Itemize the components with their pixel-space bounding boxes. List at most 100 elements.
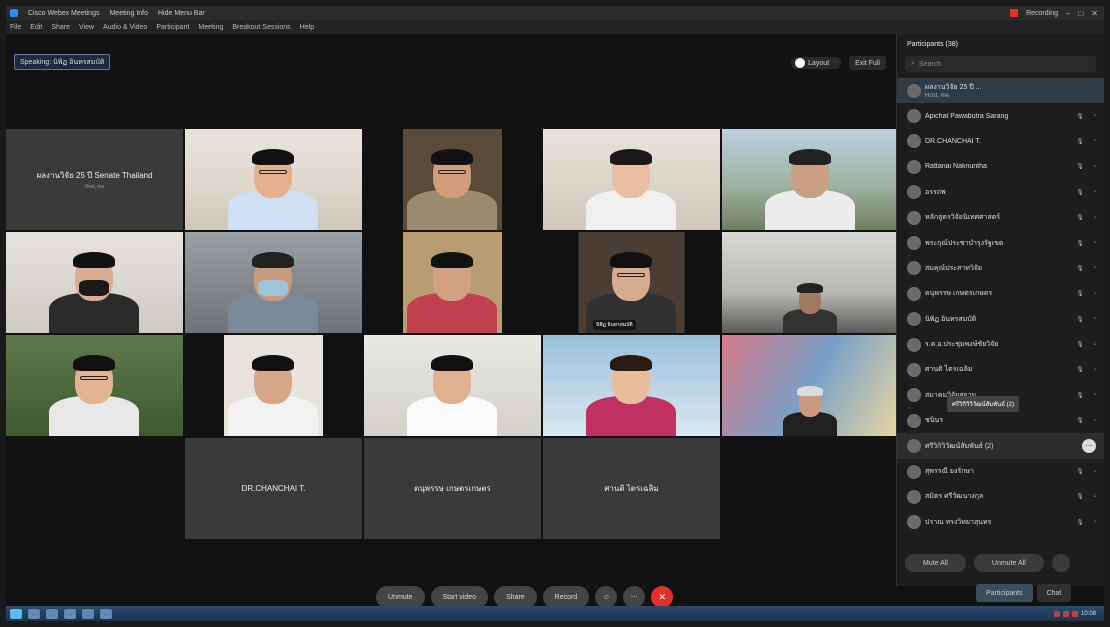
camera-off-icon[interactable]: ▪ xyxy=(1094,316,1096,322)
participant-row[interactable]: สมคุณ์ประสาทวิจัย 🎙 ▪ xyxy=(897,256,1104,281)
camera-off-icon[interactable]: ▪ xyxy=(1094,367,1096,373)
microphone-icon[interactable]: 🎙 xyxy=(1076,189,1084,196)
taskbar-app-icon[interactable] xyxy=(82,608,94,619)
hide-menu-tab[interactable]: Hide Menu Bar xyxy=(158,10,205,17)
video-tile[interactable] xyxy=(722,129,899,230)
video-tile[interactable] xyxy=(722,335,899,436)
participant-row[interactable]: ชนินร 🎙 ▪ ศรีวิกิวิวิวัฒน์สัมพันธ์ (2) xyxy=(897,396,1104,433)
participant-row[interactable]: สุพรรณี ยงรักษา 🎙 ▪ xyxy=(897,459,1104,484)
meeting-info-tab[interactable]: Meeting Info xyxy=(109,10,148,17)
camera-off-icon[interactable]: ▪ xyxy=(1094,291,1096,297)
recording-label[interactable]: Recording xyxy=(1026,10,1058,17)
camera-off-icon[interactable]: ▪ xyxy=(1094,189,1096,195)
participant-row[interactable]: สมิตร ศรีวัฒนางกุล 🎙 ▪ xyxy=(897,484,1104,509)
start-icon[interactable] xyxy=(10,608,22,619)
participant-tile[interactable]: ผลงานวิจัย 25 ปี Senate Thailand Host, me xyxy=(6,129,183,230)
menu-item[interactable]: Breakout Sessions xyxy=(232,24,290,31)
unmute-button[interactable]: Unmute xyxy=(376,586,425,608)
participant-row[interactable]: ร.ต.อ.ประชุมพงษ์ชัยวิจัย 🎙 ▪ xyxy=(897,332,1104,357)
more-icon[interactable]: ⋯ xyxy=(1082,439,1096,454)
camera-off-icon[interactable]: ▪ xyxy=(1094,240,1096,246)
unmute-all-button[interactable]: Unmute All xyxy=(973,554,1044,572)
microphone-icon[interactable]: 🎙 xyxy=(1076,341,1084,348)
minimize-button[interactable]: – xyxy=(1066,9,1070,18)
close-button[interactable]: ✕ xyxy=(1091,9,1098,18)
participant-row[interactable]: ศานติ ไตรเฉลิม 🎙 ▪ xyxy=(897,357,1104,382)
participant-row[interactable]: ดนุพรรษ เกษตรเกษตร 🎙 ▪ xyxy=(897,281,1104,306)
microphone-icon[interactable]: 🎙 xyxy=(1076,163,1084,170)
camera-off-icon[interactable]: ▪ xyxy=(1094,138,1096,144)
end-meeting-button[interactable]: ✕ xyxy=(651,586,674,608)
participant-row[interactable]: อรรถพ 🎙 ▪ xyxy=(897,180,1104,205)
share-button[interactable]: Share xyxy=(493,586,537,608)
mute-all-button[interactable]: Mute All xyxy=(905,554,966,572)
maximize-button[interactable]: □ xyxy=(1078,9,1083,18)
microphone-icon[interactable]: 🎙 xyxy=(1076,468,1084,475)
camera-off-icon[interactable]: ▪ xyxy=(1094,469,1096,475)
participant-tile[interactable]: ดนุพรรษ เกษตรเกษตร xyxy=(364,438,541,539)
menu-item[interactable]: Audio & Video xyxy=(103,24,147,31)
microphone-icon[interactable]: 🎙 xyxy=(1076,138,1084,145)
video-tile[interactable] xyxy=(364,232,541,333)
microphone-icon[interactable]: 🎙 xyxy=(1076,290,1084,297)
tray-icon[interactable] xyxy=(1062,610,1069,617)
participant-row[interactable]: Apichat Pawabutra Sarang 🎙 ▪ xyxy=(897,103,1104,128)
participant-tile[interactable]: DR.CHANCHAI T. xyxy=(185,438,362,539)
video-tile[interactable] xyxy=(543,129,720,230)
menu-item[interactable]: View xyxy=(79,24,94,31)
menu-item[interactable]: Edit xyxy=(30,24,42,31)
participant-tile[interactable]: ศานติ ไตรเฉลิม xyxy=(543,438,720,539)
tray-icon[interactable] xyxy=(1053,610,1060,617)
video-tile[interactable] xyxy=(185,335,362,436)
microphone-icon[interactable]: 🎙 xyxy=(1076,392,1084,399)
taskbar-app-icon[interactable] xyxy=(46,608,58,619)
video-tile[interactable] xyxy=(364,129,541,230)
camera-off-icon[interactable]: ▪ xyxy=(1094,418,1096,424)
exit-fullscreen-button[interactable]: Exit Full xyxy=(849,56,886,70)
tray-icon[interactable] xyxy=(1071,610,1078,617)
microphone-icon[interactable]: 🎙 xyxy=(1076,519,1084,526)
participant-row[interactable]: นิพิฏ อินทรสมบัติ 🎙 ▪ xyxy=(897,307,1104,332)
camera-off-icon[interactable]: ▪ xyxy=(1094,392,1096,398)
taskbar-app-icon[interactable] xyxy=(100,608,112,619)
participant-row[interactable]: หลักสูตรวิจัยนิเทศศาสตร์ 🎙 ▪ xyxy=(897,205,1104,230)
camera-off-icon[interactable]: ▪ xyxy=(1094,519,1096,525)
participants-search[interactable]: ⌕ Search xyxy=(905,56,1096,72)
taskbar-app-icon[interactable] xyxy=(28,608,40,619)
camera-off-icon[interactable]: ▪ xyxy=(1094,342,1096,348)
zoom-knob[interactable] xyxy=(795,58,806,68)
participant-row[interactable]: Rattanai Naknuntha 🎙 ▪ xyxy=(897,154,1104,179)
zoom-slider[interactable]: Layout xyxy=(791,57,842,69)
participants-toggle[interactable]: Participants xyxy=(976,584,1033,602)
microphone-icon[interactable]: 🎙 xyxy=(1076,265,1084,272)
taskbar-app-icon[interactable] xyxy=(64,608,76,619)
camera-off-icon[interactable]: ▪ xyxy=(1094,494,1096,500)
menu-item[interactable]: Help xyxy=(300,24,314,31)
microphone-icon[interactable]: 🎙 xyxy=(1076,113,1084,120)
microphone-icon[interactable]: 🎙 xyxy=(1076,214,1084,221)
participant-row[interactable]: ศรีวิกิวิวัฒน์สัมพันธ์ (2) ⋯ xyxy=(897,433,1104,459)
camera-off-icon[interactable]: ▪ xyxy=(1094,164,1096,170)
menu-item[interactable]: File xyxy=(10,24,21,31)
participants-icon[interactable]: ☺ xyxy=(595,586,618,608)
video-tile[interactable]: นิพิฏ อินทรสมบัติ xyxy=(543,232,720,333)
video-tile[interactable] xyxy=(6,232,183,333)
microphone-icon[interactable]: 🎙 xyxy=(1076,240,1084,247)
camera-off-icon[interactable]: ▪ xyxy=(1094,215,1096,221)
participant-row[interactable]: DR.CHANCHAI T. 🎙 ▪ xyxy=(897,129,1104,154)
start-video-button[interactable]: Start video xyxy=(430,586,488,608)
camera-off-icon[interactable]: ▪ xyxy=(1094,113,1096,119)
video-tile[interactable] xyxy=(364,335,541,436)
microphone-icon[interactable]: 🎙 xyxy=(1076,493,1084,500)
more-options-button[interactable] xyxy=(1051,554,1070,572)
more-icon[interactable]: ⋯ xyxy=(623,586,646,608)
menu-item[interactable]: Share xyxy=(51,24,70,31)
participant-row[interactable]: ปราณ ทรงวิทยาสุนทร 🎙 ▪ xyxy=(897,510,1104,535)
video-tile[interactable] xyxy=(722,232,899,333)
chat-toggle[interactable]: Chat xyxy=(1036,584,1072,602)
microphone-icon[interactable]: 🎙 xyxy=(1076,366,1084,373)
record-button[interactable]: Record xyxy=(542,586,590,608)
video-tile[interactable] xyxy=(185,232,362,333)
microphone-icon[interactable]: 🎙 xyxy=(1076,316,1084,323)
video-tile[interactable] xyxy=(6,335,183,436)
